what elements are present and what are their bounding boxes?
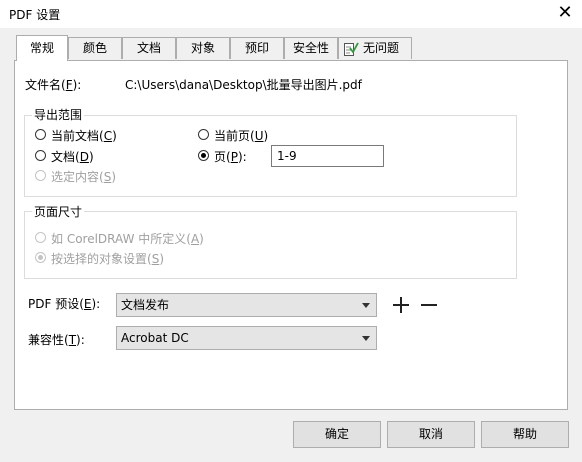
filename-label: 文件名(F): bbox=[25, 78, 82, 92]
tab-label: 预印 bbox=[244, 41, 269, 55]
tab-security[interactable]: 安全性 bbox=[284, 37, 338, 59]
radio-selection-label: 选定内容(S) bbox=[51, 170, 116, 184]
check-document-icon bbox=[344, 42, 359, 56]
window-title: PDF 设置 bbox=[9, 8, 61, 22]
radio-as-defined bbox=[35, 232, 46, 243]
tab-objects[interactable]: 对象 bbox=[176, 37, 230, 59]
pdf-preset-select[interactable]: 文档发布 bbox=[116, 293, 377, 317]
radio-current-page[interactable] bbox=[198, 129, 209, 140]
radio-documents-label[interactable]: 文档(D) bbox=[51, 148, 94, 165]
title-bar bbox=[0, 0, 582, 28]
tab-label: 无问题 bbox=[363, 41, 400, 55]
tab-document[interactable]: 文档 bbox=[122, 37, 176, 59]
radio-current-page-label[interactable]: 当前页(U) bbox=[214, 127, 268, 144]
tab-label: 对象 bbox=[190, 41, 215, 55]
filename-value: C:\Users\dana\Desktop\批量导出图片.pdf bbox=[125, 78, 362, 92]
compatibility-select[interactable]: Acrobat DC bbox=[116, 326, 377, 350]
radio-selection bbox=[35, 170, 46, 181]
chevron-down-icon bbox=[362, 336, 370, 341]
pages-input[interactable]: 1-9 bbox=[271, 145, 384, 167]
compatibility-value: Acrobat DC bbox=[121, 331, 189, 345]
radio-pages-label[interactable]: 页(P): bbox=[214, 148, 247, 165]
tab-label: 常规 bbox=[29, 41, 54, 55]
tab-label: 安全性 bbox=[292, 41, 329, 55]
tab-label: 文档 bbox=[136, 41, 161, 55]
ok-button[interactable]: 确定 bbox=[293, 421, 381, 448]
tab-prepress[interactable]: 预印 bbox=[230, 37, 284, 59]
radio-current-document[interactable] bbox=[35, 129, 46, 140]
compatibility-label: 兼容性(T): bbox=[28, 333, 85, 347]
plus-icon[interactable] bbox=[392, 296, 410, 314]
radio-documents[interactable] bbox=[35, 150, 46, 161]
tab-issues[interactable]: 无问题 bbox=[338, 37, 412, 59]
help-button[interactable]: 帮助 bbox=[481, 421, 569, 448]
pdf-preset-label: PDF 预设(E): bbox=[28, 297, 101, 311]
minus-icon[interactable] bbox=[420, 296, 438, 314]
tab-panel-general: 文件名(F): C:\Users\dana\Desktop\批量导出图片.pdf… bbox=[14, 60, 568, 410]
page-size-legend: 页面尺寸 bbox=[32, 203, 85, 220]
close-icon[interactable]: ✕ bbox=[554, 2, 576, 24]
chevron-down-icon bbox=[362, 303, 370, 308]
radio-object-settings bbox=[35, 252, 46, 263]
tab-label: 颜色 bbox=[82, 41, 107, 55]
radio-current-document-label[interactable]: 当前文档(C) bbox=[51, 127, 117, 144]
tab-general[interactable]: 常规 bbox=[16, 35, 68, 61]
tab-color[interactable]: 颜色 bbox=[68, 37, 122, 59]
radio-object-settings-label: 按选择的对象设置(S) bbox=[51, 252, 164, 266]
pdf-preset-value: 文档发布 bbox=[121, 298, 170, 312]
radio-pages[interactable] bbox=[198, 150, 209, 161]
radio-as-defined-label: 如 CorelDRAW 中所定义(A) bbox=[51, 232, 204, 246]
export-range-legend: 导出范围 bbox=[32, 106, 85, 123]
cancel-button[interactable]: 取消 bbox=[387, 421, 475, 448]
